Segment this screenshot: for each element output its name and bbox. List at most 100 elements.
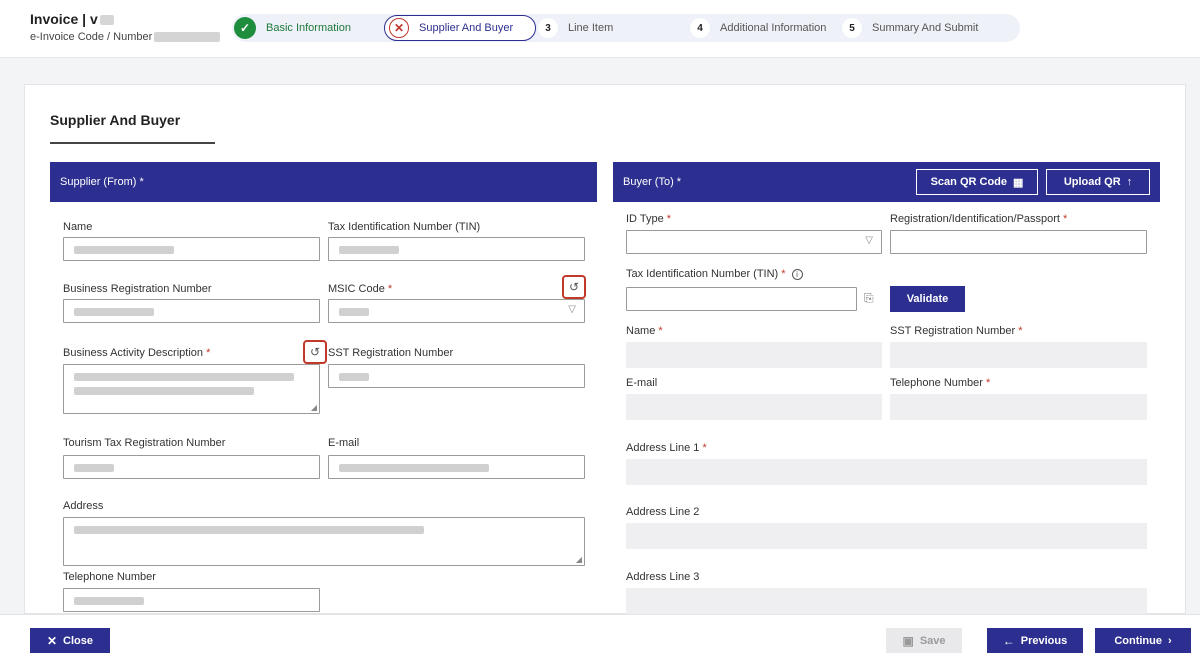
- supplier-brn-label: Business Registration Number: [63, 283, 212, 295]
- buyer-id-type-select[interactable]: ▽: [626, 230, 882, 254]
- supplier-tin-label: Tax Identification Number (TIN): [328, 221, 481, 233]
- required-asterisk: *: [387, 283, 393, 295]
- upload-qr-label: Upload QR: [1063, 176, 1121, 188]
- previous-button[interactable]: ← Previous: [987, 628, 1083, 653]
- supplier-sst-input[interactable]: [328, 364, 585, 388]
- supplier-msic-select[interactable]: ▽: [328, 299, 585, 323]
- buyer-email-field: [626, 394, 882, 420]
- step-label: Supplier And Buyer: [419, 22, 514, 34]
- scan-qr-button[interactable]: Scan QR Code ▦: [916, 169, 1038, 195]
- phone-label-text: Telephone Number: [890, 377, 983, 389]
- step-line-item[interactable]: 3 Line Item: [538, 14, 613, 42]
- continue-label: Continue: [1114, 634, 1162, 647]
- redacted-text: [74, 387, 254, 395]
- scan-qr-label: Scan QR Code: [930, 176, 1007, 188]
- redacted-text: [74, 526, 424, 534]
- supplier-brn-input[interactable]: [63, 299, 320, 323]
- buyer-addr2-field: [626, 523, 1147, 549]
- buyer-addr3-label: Address Line 3: [626, 571, 700, 583]
- supplier-address-textarea[interactable]: ◢: [63, 517, 585, 566]
- id-type-label-text: ID Type: [626, 213, 664, 225]
- step-label: Additional Information: [720, 22, 827, 34]
- step-additional-information[interactable]: 4 Additional Information: [690, 14, 826, 42]
- tin-label-text: Tax Identification Number (TIN): [626, 268, 779, 280]
- validate-button[interactable]: Validate: [890, 286, 965, 312]
- history-icon[interactable]: ↺: [303, 340, 327, 364]
- required-asterisk: *: [702, 442, 707, 454]
- step-supplier-and-buyer[interactable]: ✕ Supplier And Buyer: [384, 15, 537, 41]
- invoice-subtitle: e-Invoice Code / Number: [30, 31, 221, 43]
- upload-qr-button[interactable]: Upload QR ↑: [1046, 169, 1150, 195]
- supplier-name-label: Name: [63, 221, 93, 233]
- header-bar: Invoice | v e-Invoice Code / Number ✓ Ba…: [0, 0, 1200, 58]
- chevron-down-icon: ▽: [568, 304, 576, 315]
- buyer-addr1-field: [626, 459, 1147, 485]
- supplier-phone-input[interactable]: [63, 588, 320, 612]
- history-icon[interactable]: ↺: [562, 275, 586, 299]
- supplier-address-label: Address: [63, 500, 104, 512]
- step-number: 5: [842, 18, 862, 38]
- redacted-text: [74, 373, 294, 381]
- required-asterisk: *: [1018, 325, 1023, 337]
- resize-handle-icon[interactable]: ◢: [576, 555, 582, 564]
- redacted-text: [99, 15, 114, 26]
- buyer-regid-label: Registration/Identification/Passport *: [890, 213, 1067, 225]
- buyer-regid-input[interactable]: [890, 230, 1147, 254]
- buyer-sst-field: [890, 342, 1147, 368]
- bad-label-text: Business Activity Description: [63, 347, 203, 359]
- supplier-tin-input[interactable]: [328, 237, 585, 261]
- buyer-addr1-label: Address Line 1 *: [626, 442, 707, 454]
- buyer-phone-field: [890, 394, 1147, 420]
- section-title: Supplier And Buyer: [50, 112, 181, 128]
- supplier-tourism-input[interactable]: [63, 455, 320, 479]
- close-button[interactable]: ✕ Close: [30, 628, 110, 653]
- upload-arrow-icon: ↑: [1126, 176, 1133, 188]
- step-summary-and-submit[interactable]: 5 Summary And Submit: [842, 14, 978, 42]
- continue-button[interactable]: Continue ›: [1095, 628, 1191, 653]
- supplier-sst-label: SST Registration Number: [328, 347, 454, 359]
- required-asterisk: *: [666, 213, 672, 225]
- redacted-text: [339, 308, 369, 316]
- redacted-text: [74, 464, 114, 472]
- supplier-phone-label: Telephone Number: [63, 571, 156, 583]
- buyer-email-label: E-mail: [626, 377, 658, 389]
- supplier-name-input[interactable]: [63, 237, 320, 261]
- footer-bar: ✕ Close ▣ Save ← Previous Continue ›: [0, 614, 1200, 660]
- buyer-tin-input[interactable]: [626, 287, 857, 311]
- chevron-down-icon: ▽: [865, 235, 873, 246]
- arrow-left-icon: ←: [1002, 633, 1015, 648]
- step-label: Line Item: [568, 22, 614, 34]
- info-icon[interactable]: i: [791, 269, 803, 280]
- close-label: Close: [63, 634, 94, 647]
- step-basic-information[interactable]: ✓ Basic Information: [234, 14, 351, 42]
- stepper: ✓ Basic Information ✕ Supplier And Buyer…: [232, 14, 1020, 42]
- resize-handle-icon[interactable]: ◢: [311, 403, 317, 412]
- addr1-label-text: Address Line 1: [626, 442, 700, 454]
- section-underline: [50, 142, 215, 144]
- redacted-text: [154, 32, 221, 43]
- check-icon: ✓: [234, 17, 256, 39]
- regid-label-text: Registration/Identification/Passport: [890, 213, 1060, 225]
- supplier-heading: Supplier (From) *: [60, 176, 144, 188]
- buyer-sst-label: SST Registration Number *: [890, 325, 1022, 337]
- buyer-phone-label: Telephone Number *: [890, 377, 990, 389]
- required-asterisk: *: [658, 325, 663, 337]
- supplier-msic-label: MSIC Code *: [328, 283, 392, 295]
- error-x-icon: ✕: [389, 18, 409, 38]
- save-button[interactable]: ▣ Save: [886, 628, 962, 653]
- paste-icon[interactable]: ⎘: [864, 291, 874, 306]
- qr-grid-icon: ▦: [1013, 176, 1024, 189]
- step-number: 4: [690, 18, 710, 38]
- supplier-email-input[interactable]: [328, 455, 585, 479]
- invoice-title-text: Invoice | v: [30, 11, 98, 27]
- invoice-title: Invoice | v: [30, 11, 114, 27]
- supplier-email-label: E-mail: [328, 437, 360, 449]
- redacted-text: [74, 246, 174, 254]
- redacted-text: [339, 373, 369, 381]
- step-number: 3: [538, 18, 558, 38]
- supplier-bad-textarea[interactable]: ◢: [63, 364, 320, 414]
- buyer-name-label: Name *: [626, 325, 663, 337]
- buyer-tin-label: Tax Identification Number (TIN) * i: [626, 268, 803, 280]
- supplier-bad-label: Business Activity Description *: [63, 347, 210, 359]
- buyer-id-type-label: ID Type *: [626, 213, 671, 225]
